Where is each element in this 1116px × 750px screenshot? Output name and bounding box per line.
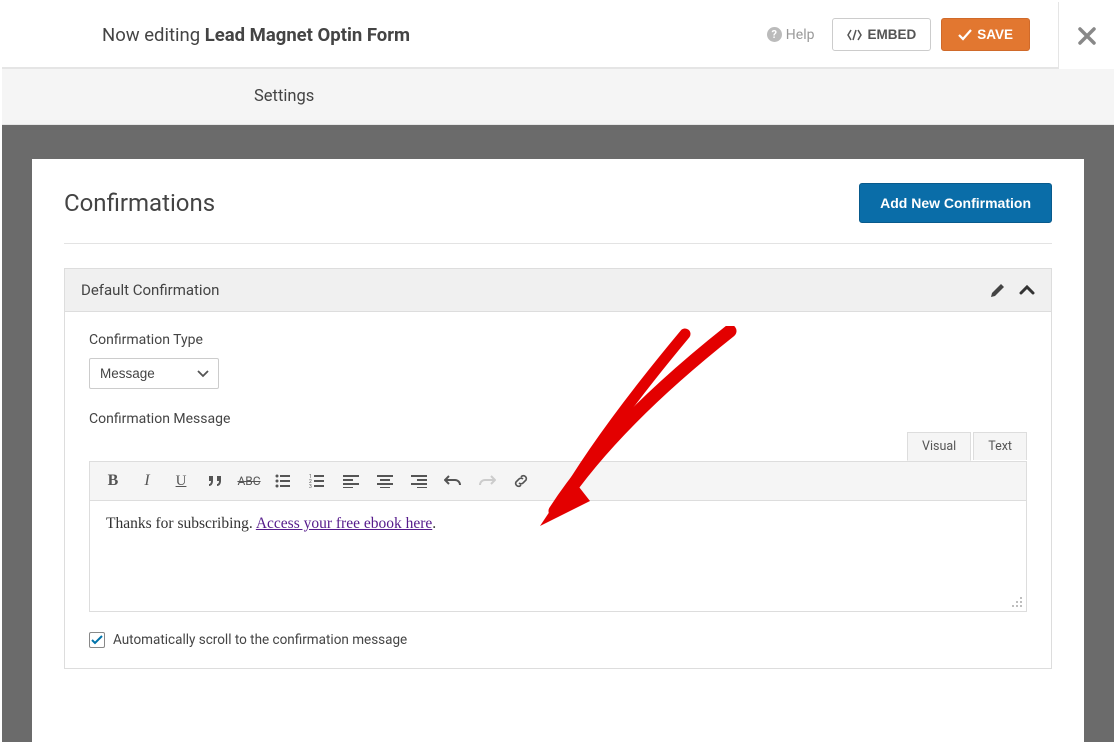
numbered-list-button[interactable]: 123 (302, 467, 332, 495)
link-button[interactable] (506, 467, 536, 495)
quote-icon (207, 475, 223, 487)
message-suffix: . (432, 515, 436, 532)
section-header[interactable]: Default Confirmation (65, 269, 1051, 312)
editing-prefix: Now editing (102, 24, 205, 46)
content-panel: Confirmations Add New Confirmation Defau… (32, 159, 1084, 742)
help-label: Help (786, 27, 815, 43)
chevron-up-icon (1019, 284, 1035, 296)
tab-text[interactable]: Text (973, 432, 1027, 460)
auto-scroll-label: Automatically scroll to the confirmation… (113, 632, 407, 648)
editor-content[interactable]: Thanks for subscribing. Access your free… (90, 501, 1026, 611)
quote-button[interactable] (200, 467, 230, 495)
bold-button[interactable]: B (98, 467, 128, 495)
svg-text:3: 3 (309, 484, 312, 488)
close-button[interactable] (1077, 26, 1097, 46)
add-confirmation-button[interactable]: Add New Confirmation (859, 183, 1052, 223)
align-left-icon (343, 474, 359, 488)
help-icon: ? (767, 27, 782, 42)
redo-button[interactable] (472, 467, 502, 495)
form-name: Lead Magnet Optin Form (205, 24, 410, 46)
bullet-list-button[interactable] (268, 467, 298, 495)
close-icon (1077, 26, 1097, 46)
settings-tab[interactable]: Settings (2, 69, 1114, 125)
align-right-button[interactable] (404, 467, 434, 495)
auto-scroll-checkbox[interactable] (89, 632, 105, 648)
strikethrough-button[interactable]: ABC (234, 467, 264, 495)
embed-icon (847, 29, 862, 41)
message-link[interactable]: Access your free ebook here (256, 515, 432, 532)
arrow-annotation (510, 326, 740, 546)
tab-visual[interactable]: Visual (907, 432, 971, 461)
undo-icon (444, 474, 462, 488)
resize-handle-icon[interactable] (1010, 595, 1024, 609)
link-icon (513, 473, 529, 489)
align-left-button[interactable] (336, 467, 366, 495)
edit-button[interactable] (990, 283, 1005, 298)
help-link[interactable]: ? Help (767, 27, 815, 43)
align-center-icon (377, 474, 393, 488)
checkmark-icon (91, 635, 103, 645)
pencil-icon (990, 283, 1005, 298)
align-center-button[interactable] (370, 467, 400, 495)
confirmation-message-label: Confirmation Message (89, 411, 1027, 427)
save-label: SAVE (977, 27, 1013, 42)
top-bar: Now editing Lead Magnet Optin Form ? Hel… (2, 2, 1058, 68)
settings-label: Settings (254, 87, 314, 106)
underline-button[interactable]: U (166, 467, 196, 495)
confirmation-type-label: Confirmation Type (89, 332, 1027, 348)
message-prefix: Thanks for subscribing. (106, 515, 256, 532)
italic-button[interactable]: I (132, 467, 162, 495)
editor-toolbar: B I U ABC 123 (90, 462, 1026, 501)
confirmation-type-select[interactable]: Message (89, 358, 219, 389)
undo-button[interactable] (438, 467, 468, 495)
collapse-button[interactable] (1019, 284, 1035, 296)
confirmation-section: Default Confirmation Confirmation Type (64, 268, 1052, 669)
embed-button[interactable]: EMBED (832, 18, 931, 51)
save-button[interactable]: SAVE (941, 18, 1030, 51)
embed-label: EMBED (867, 27, 916, 42)
editing-label: Now editing Lead Magnet Optin Form (102, 24, 410, 46)
redo-icon (478, 474, 496, 488)
check-icon (958, 29, 972, 41)
numbered-list-icon: 123 (309, 474, 325, 488)
align-right-icon (411, 474, 427, 488)
bullet-list-icon (275, 474, 291, 488)
page-title: Confirmations (64, 189, 215, 217)
section-title: Default Confirmation (81, 281, 219, 299)
